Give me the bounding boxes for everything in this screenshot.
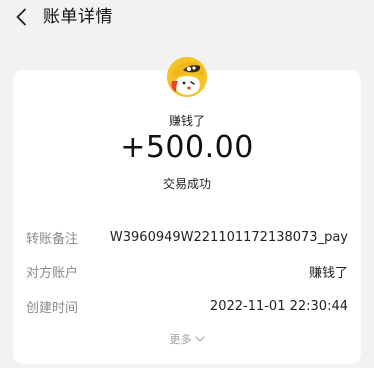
bill-detail-card: 赚钱了 +500.00 交易成功 转账备注 W3960949W221101172… xyxy=(13,57,361,364)
payee-name: 赚钱了 xyxy=(168,114,205,128)
more-button[interactable]: 更多 xyxy=(13,331,361,347)
transaction-amount: +500.00 xyxy=(120,130,254,165)
detail-row-remark: 转账备注 W3960949W221101172138073_pay xyxy=(26,227,348,247)
chevron-down-icon xyxy=(194,336,205,342)
back-button[interactable] xyxy=(10,6,32,28)
chevron-left-icon xyxy=(15,8,27,26)
detail-label: 对方账户 xyxy=(26,265,79,281)
header-bar: 账单详情 xyxy=(0,0,374,38)
transaction-status: 交易成功 xyxy=(162,177,211,191)
page-title: 账单详情 xyxy=(43,7,113,27)
detail-label: 创建时间 xyxy=(26,300,79,316)
detail-value: W3960949W221101172138073_pay xyxy=(109,229,348,245)
more-label: 更多 xyxy=(169,333,192,346)
detail-value: 2022-11-01 22:30:44 xyxy=(209,298,348,314)
detail-label: 转账备注 xyxy=(26,231,79,247)
detail-row-created-time: 创建时间 2022-11-01 22:30:44 xyxy=(26,296,348,316)
detail-value: 赚钱了 xyxy=(308,265,348,281)
detail-row-counterparty: 对方账户 赚钱了 xyxy=(26,261,348,281)
cartoon-avatar-icon xyxy=(167,57,207,97)
